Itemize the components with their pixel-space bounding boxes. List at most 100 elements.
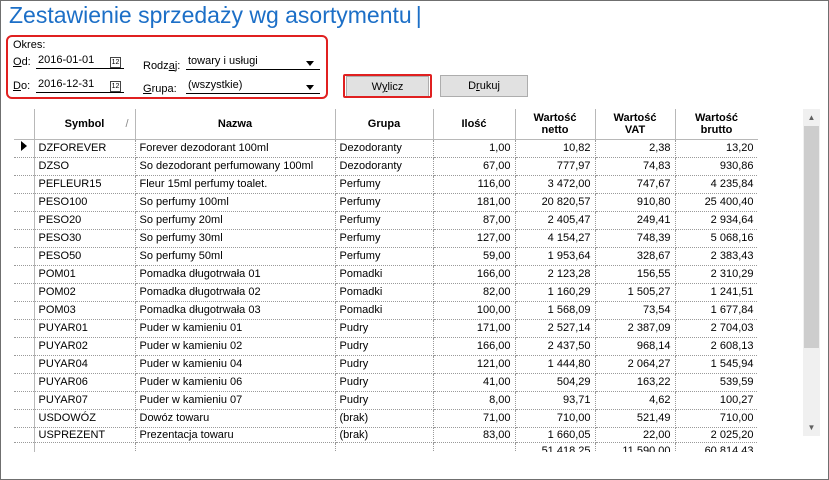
cell-symbol[interactable]: POM01 xyxy=(34,265,136,284)
cell-net[interactable]: 4 154,27 xyxy=(515,229,596,248)
cell-name[interactable]: Puder w kamieniu 04 xyxy=(135,355,336,374)
scrollbar-thumb[interactable] xyxy=(804,126,819,348)
cell-vat[interactable]: 748,39 xyxy=(595,229,676,248)
cell-group[interactable]: Pudry xyxy=(335,319,434,338)
cell-qty[interactable]: 1,00 xyxy=(433,139,516,158)
cell-group[interactable]: Dezodoranty xyxy=(335,139,434,158)
cell-vat[interactable]: 968,14 xyxy=(595,337,676,356)
cell-name[interactable]: So perfumy 20ml xyxy=(135,211,336,230)
scroll-up-icon[interactable]: ▲ xyxy=(803,109,820,126)
cell-vat[interactable]: 328,67 xyxy=(595,247,676,266)
cell-gross[interactable]: 2 383,43 xyxy=(675,247,758,266)
cell-group[interactable]: Perfumy xyxy=(335,229,434,248)
chevron-down-icon[interactable] xyxy=(306,85,314,90)
cell-name[interactable]: Dowóz towaru xyxy=(135,409,336,428)
table-row[interactable]: POM01 Pomadka długotrwała 01 Pomadki 166,00… xyxy=(14,265,758,284)
table-row[interactable]: USPREZENT Prezentacja towaru (brak) 83,00 1 … xyxy=(14,427,758,443)
table-row[interactable]: PUYAR04 Puder w kamieniu 04 Pudry 121,00 1 4… xyxy=(14,355,758,374)
cell-gross[interactable]: 2 310,29 xyxy=(675,265,758,284)
table-row[interactable]: PESO30 So perfumy 30ml Perfumy 127,00 4 154,… xyxy=(14,229,758,248)
cell-gross[interactable]: 539,59 xyxy=(675,373,758,392)
cell-symbol[interactable]: PUYAR06 xyxy=(34,373,136,392)
cell-net[interactable]: 2 527,14 xyxy=(515,319,596,338)
sales-grid[interactable]: Symbol / Nazwa Grupa Ilość Wartość netto W… xyxy=(14,109,758,452)
cell-gross[interactable]: 13,20 xyxy=(675,139,758,158)
cell-symbol[interactable]: PESO20 xyxy=(34,211,136,230)
cell-qty[interactable]: 82,00 xyxy=(433,283,516,302)
cell-net[interactable]: 3 472,00 xyxy=(515,175,596,194)
cell-group[interactable]: Perfumy xyxy=(335,211,434,230)
cell-name[interactable]: So perfumy 30ml xyxy=(135,229,336,248)
cell-net[interactable]: 93,71 xyxy=(515,391,596,410)
column-header-symbol[interactable]: Symbol / xyxy=(34,109,136,140)
cell-vat[interactable]: 747,67 xyxy=(595,175,676,194)
cell-name[interactable]: Puder w kamieniu 07 xyxy=(135,391,336,410)
cell-gross[interactable]: 4 235,84 xyxy=(675,175,758,194)
cell-symbol[interactable]: PESO100 xyxy=(34,193,136,212)
cell-group[interactable]: Pudry xyxy=(335,373,434,392)
cell-group[interactable]: Perfumy xyxy=(335,193,434,212)
cell-symbol[interactable]: PUYAR02 xyxy=(34,337,136,356)
cell-name[interactable]: Puder w kamieniu 06 xyxy=(135,373,336,392)
cell-gross[interactable]: 2 608,13 xyxy=(675,337,758,356)
cell-gross[interactable]: 100,27 xyxy=(675,391,758,410)
cell-qty[interactable]: 83,00 xyxy=(433,427,516,443)
cell-net[interactable]: 2 123,28 xyxy=(515,265,596,284)
kind-select[interactable]: towary i usługi xyxy=(186,54,320,70)
cell-group[interactable]: Pomadki xyxy=(335,301,434,320)
cell-group[interactable]: Pudry xyxy=(335,391,434,410)
cell-symbol[interactable]: USDOWÓZ xyxy=(34,409,136,428)
cell-name[interactable]: Forever dezodorant 100ml xyxy=(135,139,336,158)
cell-vat[interactable]: 1 505,27 xyxy=(595,283,676,302)
cell-gross[interactable]: 1 241,51 xyxy=(675,283,758,302)
table-row[interactable]: PUYAR06 Puder w kamieniu 06 Pudry 41,00 504,… xyxy=(14,373,758,392)
cell-group[interactable]: Perfumy xyxy=(335,247,434,266)
cell-gross[interactable]: 2 025,20 xyxy=(675,427,758,443)
cell-vat[interactable]: 163,22 xyxy=(595,373,676,392)
cell-gross[interactable]: 930,86 xyxy=(675,157,758,176)
cell-symbol[interactable]: DZFOREVER xyxy=(34,139,136,158)
cell-symbol[interactable]: POM03 xyxy=(34,301,136,320)
cell-vat[interactable]: 910,80 xyxy=(595,193,676,212)
table-row[interactable]: POM03 Pomadka długotrwała 03 Pomadki 100,00… xyxy=(14,301,758,320)
vertical-scrollbar[interactable]: ▲ ▼ xyxy=(803,109,820,436)
cell-symbol[interactable]: PESO30 xyxy=(34,229,136,248)
cell-gross[interactable]: 25 400,40 xyxy=(675,193,758,212)
cell-vat[interactable]: 2,38 xyxy=(595,139,676,158)
table-row[interactable]: PUYAR07 Puder w kamieniu 07 Pudry 8,00 93,71… xyxy=(14,391,758,410)
cell-qty[interactable]: 171,00 xyxy=(433,319,516,338)
cell-qty[interactable]: 59,00 xyxy=(433,247,516,266)
cell-symbol[interactable]: PEFLEUR15 xyxy=(34,175,136,194)
cell-net[interactable]: 2 405,47 xyxy=(515,211,596,230)
cell-net[interactable]: 1 160,29 xyxy=(515,283,596,302)
cell-name[interactable]: Pomadka długotrwała 01 xyxy=(135,265,336,284)
cell-qty[interactable]: 181,00 xyxy=(433,193,516,212)
cell-group[interactable]: Pomadki xyxy=(335,265,434,284)
cell-net[interactable]: 710,00 xyxy=(515,409,596,428)
cell-vat[interactable]: 156,55 xyxy=(595,265,676,284)
cell-net[interactable]: 1 953,64 xyxy=(515,247,596,266)
cell-vat[interactable]: 22,00 xyxy=(595,427,676,443)
cell-symbol[interactable]: USPREZENT xyxy=(34,427,136,443)
cell-vat[interactable]: 4,62 xyxy=(595,391,676,410)
cell-symbol[interactable]: PESO50 xyxy=(34,247,136,266)
cell-vat[interactable]: 249,41 xyxy=(595,211,676,230)
cell-group[interactable]: (brak) xyxy=(335,409,434,428)
cell-vat[interactable]: 73,54 xyxy=(595,301,676,320)
cell-qty[interactable]: 71,00 xyxy=(433,409,516,428)
cell-vat[interactable]: 74,83 xyxy=(595,157,676,176)
cell-group[interactable]: Pudry xyxy=(335,355,434,374)
cell-qty[interactable]: 166,00 xyxy=(433,265,516,284)
cell-qty[interactable]: 127,00 xyxy=(433,229,516,248)
cell-symbol[interactable]: DZSO xyxy=(34,157,136,176)
cell-vat[interactable]: 521,49 xyxy=(595,409,676,428)
column-header-net[interactable]: Wartość netto xyxy=(515,109,596,140)
cell-qty[interactable]: 100,00 xyxy=(433,301,516,320)
cell-name[interactable]: Pomadka długotrwała 03 xyxy=(135,301,336,320)
column-header-name[interactable]: Nazwa xyxy=(135,109,336,140)
cell-name[interactable]: Puder w kamieniu 02 xyxy=(135,337,336,356)
column-header-qty[interactable]: Ilość xyxy=(433,109,516,140)
cell-symbol[interactable]: POM02 xyxy=(34,283,136,302)
cell-gross[interactable]: 710,00 xyxy=(675,409,758,428)
cell-qty[interactable]: 41,00 xyxy=(433,373,516,392)
